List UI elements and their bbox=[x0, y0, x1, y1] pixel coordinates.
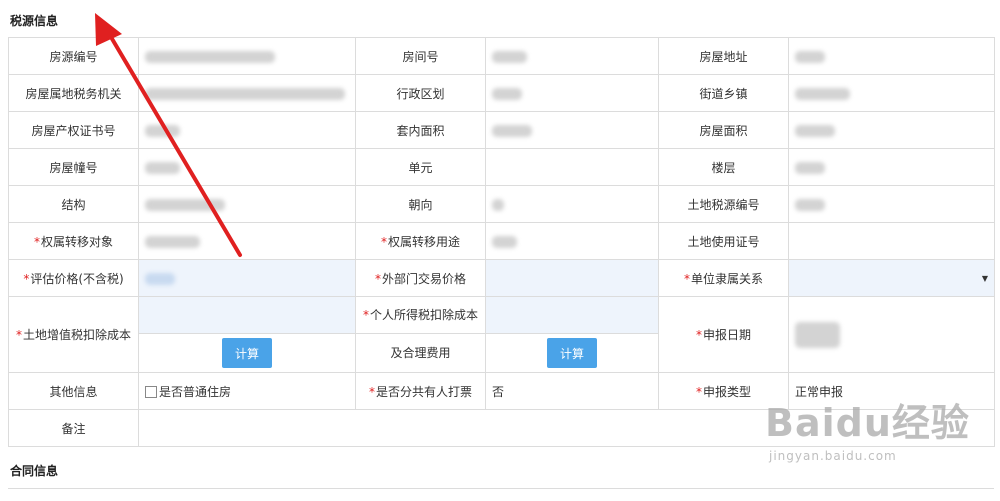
value-tax-authority bbox=[138, 74, 356, 112]
value-property-cert-no bbox=[138, 111, 356, 149]
value-building-no bbox=[138, 148, 356, 186]
label-house-source-no: 房源编号 bbox=[8, 37, 139, 75]
label-orientation: 朝向 bbox=[355, 185, 486, 223]
label-room-no: 房间号 bbox=[355, 37, 486, 75]
label-inner-area: 套内面积 bbox=[355, 111, 486, 149]
land-vat-deduction-input[interactable] bbox=[139, 297, 355, 334]
label-land-vat-deduction: *土地增值税扣除成本 bbox=[8, 296, 139, 373]
label-street-town: 街道乡镇 bbox=[658, 74, 789, 112]
chevron-down-icon: ▼ bbox=[981, 273, 988, 283]
calculate-button-pit[interactable]: 计算 bbox=[547, 338, 597, 368]
tax-source-section-title: 税源信息 bbox=[10, 14, 59, 28]
value-admin-region bbox=[485, 74, 659, 112]
label-transfer-use: *权属转移用途 bbox=[355, 222, 486, 260]
value-land-tax-source-no bbox=[788, 185, 995, 223]
label-property-cert-no: 房屋产权证书号 bbox=[8, 111, 139, 149]
co-owner-ticket-select[interactable]: 否 bbox=[485, 372, 659, 410]
label-remarks: 备注 bbox=[8, 409, 139, 447]
pit-deduction-cell: 计算 bbox=[485, 296, 659, 373]
land-vat-deduction-cell: 计算 bbox=[138, 296, 356, 373]
value-house-address bbox=[788, 37, 995, 75]
label-unit-affiliation: *单位隶属关系 bbox=[658, 259, 789, 297]
value-structure bbox=[138, 185, 356, 223]
calculate-button-land-vat[interactable]: 计算 bbox=[222, 338, 272, 368]
contract-section-title: 合同信息 bbox=[10, 464, 59, 478]
label-declare-type: *申报类型 bbox=[658, 372, 789, 410]
label-house-area: 房屋面积 bbox=[658, 111, 789, 149]
label-building-no: 房屋幢号 bbox=[8, 148, 139, 186]
value-inner-area bbox=[485, 111, 659, 149]
label-other-info: 其他信息 bbox=[8, 372, 139, 410]
value-transfer-use bbox=[485, 222, 659, 260]
external-trade-price-input[interactable] bbox=[485, 259, 659, 297]
label-co-owner-ticket: *是否分共有人打票 bbox=[355, 372, 486, 410]
ordinary-house-checkbox-cell[interactable]: 是否普通住房 bbox=[138, 372, 356, 410]
contract-table-top bbox=[8, 488, 994, 501]
ordinary-house-label: 是否普通住房 bbox=[159, 384, 232, 399]
value-unit bbox=[485, 148, 659, 186]
label-tax-authority: 房屋属地税务机关 bbox=[8, 74, 139, 112]
ordinary-house-checkbox[interactable] bbox=[145, 386, 157, 398]
label-external-trade-price: *外部门交易价格 bbox=[355, 259, 486, 297]
assessed-price-input[interactable] bbox=[138, 259, 356, 297]
declare-type-value[interactable]: 正常申报 bbox=[788, 372, 995, 410]
label-transfer-object: *权属转移对象 bbox=[8, 222, 139, 260]
value-land-use-cert-no bbox=[788, 222, 995, 260]
label-assessed-price: *评估价格(不含税) bbox=[8, 259, 139, 297]
label-land-tax-source-no: 土地税源编号 bbox=[658, 185, 789, 223]
label-pit-deduction: *个人所得税扣除成本 及合理费用 bbox=[355, 296, 486, 373]
value-orientation bbox=[485, 185, 659, 223]
value-room-no bbox=[485, 37, 659, 75]
baidu-url: jingyan.baidu.com bbox=[769, 449, 897, 463]
label-structure: 结构 bbox=[8, 185, 139, 223]
label-house-address: 房屋地址 bbox=[658, 37, 789, 75]
unit-affiliation-select[interactable]: ▼ bbox=[788, 259, 995, 297]
tax-source-form: 房源编号 房间号 房屋地址 房屋属地税务机关 行政区划 街道乡镇 房屋产权证书号… bbox=[8, 37, 995, 447]
label-unit: 单元 bbox=[355, 148, 486, 186]
value-street-town bbox=[788, 74, 995, 112]
label-admin-region: 行政区划 bbox=[355, 74, 486, 112]
label-declare-date: *申报日期 bbox=[658, 296, 789, 373]
pit-deduction-input[interactable] bbox=[486, 297, 658, 334]
value-house-source-no bbox=[138, 37, 356, 75]
value-transfer-object bbox=[138, 222, 356, 260]
value-floor bbox=[788, 148, 995, 186]
value-house-area bbox=[788, 111, 995, 149]
remarks-input[interactable] bbox=[138, 409, 995, 447]
label-floor: 楼层 bbox=[658, 148, 789, 186]
value-declare-date bbox=[788, 296, 995, 373]
label-land-use-cert-no: 土地使用证号 bbox=[658, 222, 789, 260]
